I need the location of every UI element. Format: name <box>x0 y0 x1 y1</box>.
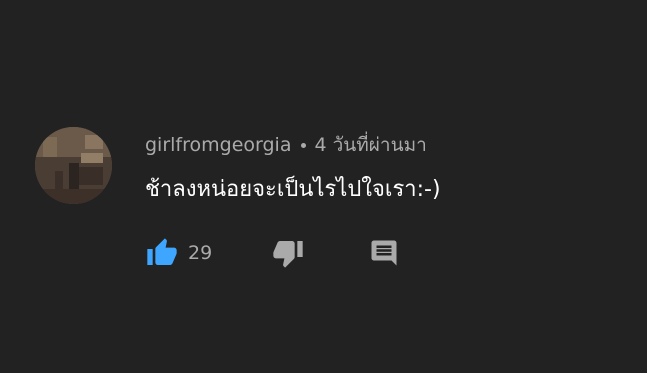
separator-dot <box>301 142 307 148</box>
like-button[interactable] <box>144 235 180 271</box>
like-count: 29 <box>188 242 213 264</box>
comment-thread: girlfromgeorgia 4 วันที่ผ่านมา ช้าลงหน่อ… <box>0 0 647 373</box>
comment-icon <box>371 240 397 266</box>
author-name[interactable]: girlfromgeorgia <box>145 134 291 156</box>
comment-timestamp[interactable]: 4 วันที่ผ่านมา <box>314 130 426 160</box>
thumbs-down-icon <box>273 241 303 268</box>
dislike-button[interactable] <box>270 235 306 271</box>
comment-text: ช้าลงหน่อยจะเป็นไรไปใจเรา:-) <box>145 177 441 202</box>
reply-button[interactable] <box>366 235 402 271</box>
thumbs-up-icon <box>147 238 177 265</box>
comment-actions: 29 <box>144 235 444 271</box>
comment-header: girlfromgeorgia 4 วันที่ผ่านมา <box>145 131 427 159</box>
avatar[interactable] <box>35 127 112 204</box>
